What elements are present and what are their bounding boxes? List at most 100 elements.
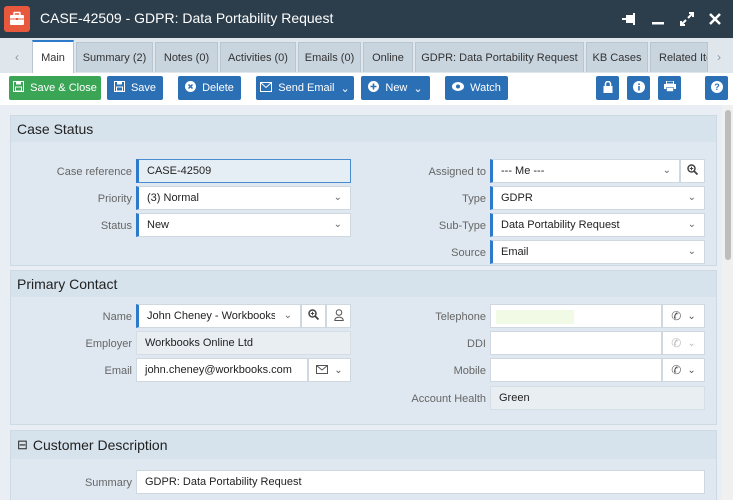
- telephone-field[interactable]: [490, 304, 662, 328]
- contact-name-select[interactable]: John Cheney - Workbooks Onl ⌄: [136, 304, 301, 328]
- floppy-disk-icon: [113, 81, 125, 95]
- assigned-to-select[interactable]: --- Me --- ⌄: [490, 159, 680, 183]
- account-health-label: Account Health: [411, 393, 486, 405]
- source-select[interactable]: Email ⌄: [490, 240, 705, 264]
- email-action-button[interactable]: ⌄: [308, 358, 351, 382]
- chevron-down-icon: ⌄: [687, 364, 696, 376]
- phone-icon: ✆: [671, 336, 682, 350]
- contact-search-button[interactable]: [301, 304, 326, 328]
- send-email-label: Send Email: [278, 82, 335, 94]
- plus-circle-icon: [368, 81, 380, 95]
- primary-contact-heading: Primary Contact: [11, 271, 716, 297]
- collapse-icon[interactable]: ⊟: [17, 437, 28, 453]
- status-select[interactable]: New ⌄: [136, 213, 351, 237]
- info-button[interactable]: [627, 76, 650, 100]
- primary-contact-panel: Primary Contact Name John Cheney - Workb…: [10, 270, 717, 425]
- case-reference-label: Case reference: [56, 166, 132, 178]
- mobile-call-button[interactable]: ✆ ⌄: [662, 358, 705, 382]
- tab-scroll-right-icon[interactable]: ›: [712, 44, 726, 70]
- remove-circle-icon: [185, 81, 197, 95]
- employer-field: Workbooks Online Ltd: [136, 331, 351, 355]
- customer-description-panel: ⊟ Customer Description Summary GDPR: Dat…: [10, 430, 717, 500]
- maximize-icon[interactable]: [676, 8, 698, 30]
- account-health-value: Green: [499, 392, 530, 404]
- tab-kb-cases[interactable]: KB Cases: [586, 42, 648, 72]
- tab-activities[interactable]: Activities (0): [220, 42, 296, 72]
- tab-summary[interactable]: Summary (2): [76, 42, 153, 72]
- account-health-field: Green: [490, 386, 705, 410]
- chevron-down-icon: ⌄: [413, 82, 423, 95]
- person-icon: [333, 308, 344, 324]
- email-field[interactable]: john.cheney@workbooks.com: [136, 358, 308, 382]
- case-reference-field[interactable]: CASE-42509: [136, 159, 351, 183]
- phone-icon: ✆: [671, 309, 682, 323]
- sub-type-label: Sub-Type: [438, 220, 486, 232]
- tab-online[interactable]: Online: [363, 42, 413, 72]
- type-label: Type: [462, 193, 486, 205]
- summary-field[interactable]: GDPR: Data Portability Request: [136, 470, 705, 494]
- tab-main[interactable]: Main: [32, 40, 74, 73]
- source-value: Email: [501, 246, 529, 258]
- type-value: GDPR: [501, 192, 533, 204]
- chevron-down-icon: ⌄: [334, 364, 343, 376]
- title-bar: CASE-42509 - GDPR: Data Portability Requ…: [0, 0, 733, 38]
- printer-icon: [663, 80, 676, 95]
- telephone-highlight: [496, 310, 574, 324]
- minimize-icon[interactable]: [647, 8, 669, 30]
- new-button[interactable]: New ⌄: [361, 76, 430, 100]
- help-button[interactable]: ?: [705, 76, 728, 100]
- sub-type-value: Data Portability Request: [501, 219, 620, 231]
- chevron-down-icon: ⌄: [687, 219, 696, 230]
- ddi-label: DDI: [467, 338, 486, 350]
- lock-icon: [603, 80, 613, 96]
- tab-scroll-left-icon[interactable]: ‹: [10, 44, 24, 70]
- tab-emails[interactable]: Emails (0): [298, 42, 361, 72]
- search-icon: [308, 309, 320, 323]
- telephone-call-button[interactable]: ✆ ⌄: [662, 304, 705, 328]
- chevron-down-icon: ⌄: [687, 246, 696, 257]
- send-email-button[interactable]: Send Email ⌄: [256, 76, 354, 100]
- chevron-down-icon: ⌄: [283, 310, 292, 321]
- case-status-heading: Case Status: [11, 116, 716, 142]
- summary-label: Summary: [84, 477, 132, 489]
- customer-description-header[interactable]: ⊟ Customer Description: [11, 431, 716, 459]
- ddi-field[interactable]: [490, 331, 662, 355]
- watch-button[interactable]: Watch: [445, 76, 508, 100]
- close-icon[interactable]: [704, 8, 726, 30]
- tab-related-items[interactable]: Related Ite: [650, 42, 708, 72]
- priority-label: Priority: [97, 193, 132, 205]
- status-value: New: [147, 219, 170, 231]
- svg-text:?: ?: [714, 82, 720, 92]
- help-icon: ?: [710, 80, 723, 96]
- status-label: Status: [100, 220, 132, 232]
- print-button[interactable]: [658, 76, 681, 100]
- lock-button[interactable]: [596, 76, 619, 100]
- chevron-down-icon: ⌄: [333, 192, 342, 203]
- sub-type-select[interactable]: Data Portability Request ⌄: [490, 213, 705, 237]
- contact-person-button[interactable]: [326, 304, 351, 328]
- case-reference-value: CASE-42509: [147, 165, 212, 177]
- chevron-down-icon: ⌄: [687, 192, 696, 203]
- save-close-button[interactable]: Save & Close: [9, 76, 101, 100]
- summary-value: GDPR: Data Portability Request: [145, 476, 302, 488]
- tab-notes[interactable]: Notes (0): [155, 42, 218, 72]
- assigned-to-label: Assigned to: [428, 166, 486, 178]
- scrollbar-thumb[interactable]: [725, 110, 731, 260]
- type-select[interactable]: GDPR ⌄: [490, 186, 705, 210]
- mobile-field[interactable]: [490, 358, 662, 382]
- assigned-to-search-button[interactable]: [680, 159, 705, 183]
- delete-button[interactable]: Delete: [178, 76, 241, 100]
- case-status-panel: Case Status Case reference CASE-42509 Pr…: [10, 115, 717, 266]
- tab-gdpr-data-portability[interactable]: GDPR: Data Portability Request: [415, 42, 584, 72]
- chevron-down-icon: ⌄: [340, 82, 350, 95]
- ddi-call-button[interactable]: ✆ ⌄: [662, 331, 705, 355]
- search-icon: [687, 164, 699, 178]
- pin-icon[interactable]: [618, 8, 640, 30]
- employer-value: Workbooks Online Ltd: [145, 337, 254, 349]
- priority-select[interactable]: (3) Normal ⌄: [136, 186, 351, 210]
- employer-label: Employer: [85, 338, 132, 350]
- save-button[interactable]: Save: [107, 76, 163, 100]
- info-icon: [632, 80, 645, 96]
- floppy-disk-icon: [13, 81, 25, 95]
- assigned-to-value: --- Me ---: [501, 165, 545, 177]
